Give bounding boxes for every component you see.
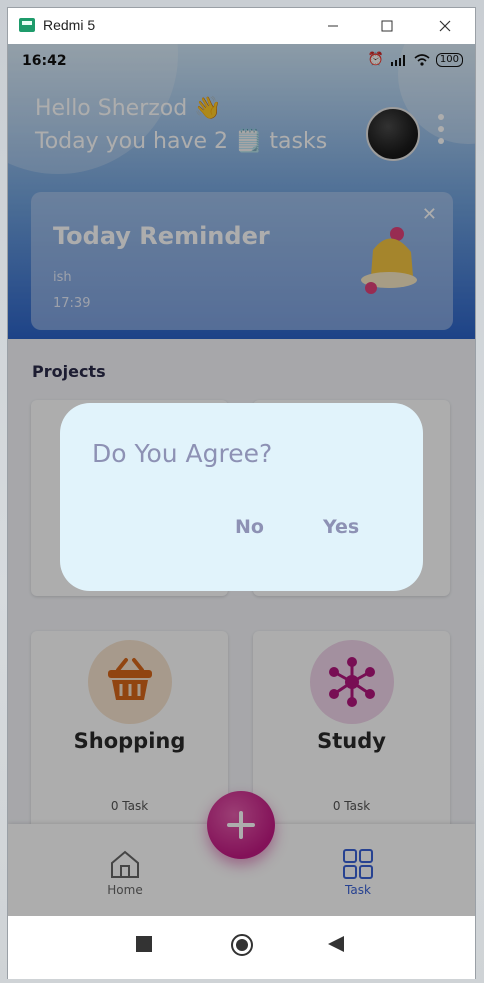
minimize-icon: [328, 25, 338, 27]
back-triangle-icon: [328, 936, 344, 952]
phone-screen: 16:42 ⏰ 100 Hello Sherzod 👋 Today you ha…: [8, 44, 475, 916]
window-titlebar: Redmi 5: [8, 8, 475, 44]
recents-button[interactable]: [136, 936, 152, 956]
emulator-window: Redmi 5 16:42 ⏰ 100 Hello Sherzod 👋 Toda…: [7, 7, 476, 979]
back-button[interactable]: [328, 936, 344, 956]
maximize-icon: [381, 20, 393, 32]
dialog-no-button[interactable]: No: [235, 516, 264, 538]
system-navigation-bar: [8, 916, 475, 979]
confirm-dialog: Do You Agree? No Yes: [60, 403, 423, 591]
home-system-button[interactable]: [230, 933, 254, 961]
dialog-title: Do You Agree?: [92, 439, 273, 468]
close-window-button[interactable]: [416, 8, 474, 44]
circle-icon: [231, 934, 253, 956]
minimize-button[interactable]: [304, 8, 362, 44]
square-icon: [136, 936, 152, 952]
app-icon: [19, 18, 35, 32]
window-title: Redmi 5: [43, 17, 96, 33]
dialog-yes-button[interactable]: Yes: [323, 516, 359, 538]
close-icon: [439, 20, 451, 32]
maximize-button[interactable]: [358, 8, 416, 44]
